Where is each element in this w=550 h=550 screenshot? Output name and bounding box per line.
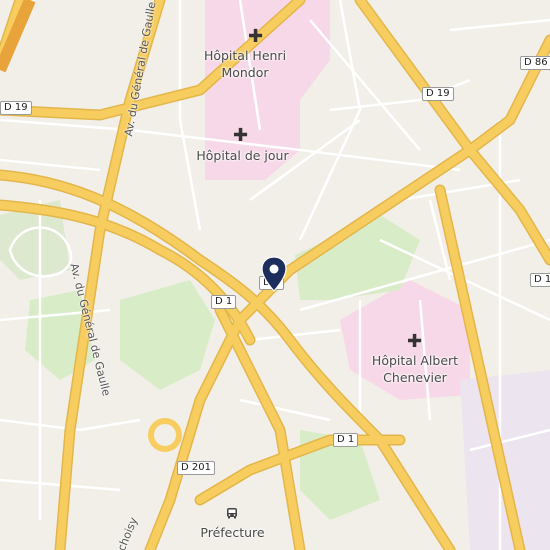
poi-hopital-albert-chenevier[interactable]: Hôpital Albert Chenevier <box>370 352 460 386</box>
road-shield-d86: D 86 <box>520 56 550 70</box>
road-shield-d201: D 201 <box>177 461 215 475</box>
map-canvas[interactable]: ✚ ✚ ✚ Hôpital Henri Mondor Hôpital de jo… <box>0 0 550 550</box>
road-shield-d19: D 19 <box>530 273 550 287</box>
location-pin-icon[interactable] <box>261 256 287 292</box>
poi-prefecture[interactable]: Préfecture <box>190 524 275 541</box>
road-shield-d19: D 19 <box>0 101 32 115</box>
hospital-cross-icon[interactable]: ✚ <box>407 333 422 351</box>
poi-hopital-henri-mondor[interactable]: Hôpital Henri Mondor <box>200 47 290 81</box>
road-shield-d1: D 1 <box>211 295 237 309</box>
poi-hopital-de-jour[interactable]: Hôpital de jour <box>185 147 300 164</box>
hospital-cross-icon[interactable]: ✚ <box>233 127 248 145</box>
hospital-cross-icon[interactable]: ✚ <box>248 28 263 46</box>
bus-icon[interactable] <box>226 507 238 519</box>
road-shield-d19: D 19 <box>422 87 454 101</box>
road-shield-d1: D 1 <box>333 433 359 447</box>
